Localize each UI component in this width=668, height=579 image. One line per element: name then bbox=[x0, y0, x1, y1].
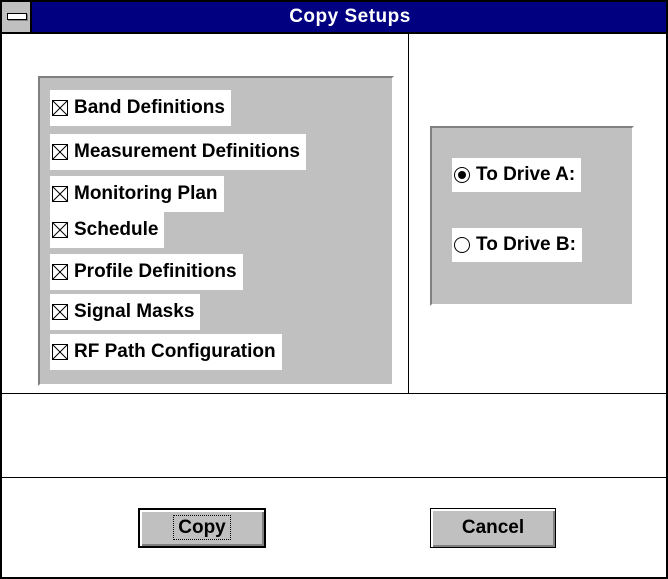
checkbox-monitoring-plan[interactable]: Monitoring Plan bbox=[50, 176, 224, 212]
panel-divider-bottom bbox=[2, 477, 666, 478]
copy-setups-dialog: Copy Setups Band Definitions Measurement… bbox=[0, 0, 668, 579]
copy-button[interactable]: Copy bbox=[138, 508, 266, 548]
checkbox-checked-icon bbox=[52, 304, 68, 320]
radio-selected-icon bbox=[454, 167, 470, 183]
checkbox-checked-icon bbox=[52, 186, 68, 202]
copy-button-label: Copy bbox=[173, 515, 231, 540]
checkbox-checked-icon bbox=[52, 344, 68, 360]
destination-drive-group: To Drive A: To Drive B: bbox=[430, 126, 634, 306]
checkbox-label: Measurement Definitions bbox=[74, 141, 300, 162]
checkbox-label: Band Definitions bbox=[74, 97, 225, 118]
checkbox-band-definitions[interactable]: Band Definitions bbox=[50, 90, 231, 126]
checkbox-schedule[interactable]: Schedule bbox=[50, 212, 165, 248]
setup-items-group: Band Definitions Measurement Definitions… bbox=[38, 76, 394, 386]
checkbox-measurement-definitions[interactable]: Measurement Definitions bbox=[50, 134, 306, 170]
radio-to-drive-a[interactable]: To Drive A: bbox=[452, 158, 582, 192]
panel-divider-vertical bbox=[408, 34, 409, 393]
checkbox-label: Monitoring Plan bbox=[74, 183, 218, 204]
checkbox-signal-masks[interactable]: Signal Masks bbox=[50, 294, 201, 330]
cancel-button[interactable]: Cancel bbox=[430, 508, 556, 548]
cancel-button-label: Cancel bbox=[461, 517, 525, 538]
radio-label: To Drive A: bbox=[476, 164, 576, 185]
checkbox-rf-path-configuration[interactable]: RF Path Configuration bbox=[50, 334, 282, 370]
checkbox-checked-icon bbox=[52, 144, 68, 160]
checkbox-checked-icon bbox=[52, 264, 68, 280]
window-title: Copy Setups bbox=[289, 6, 411, 27]
radio-to-drive-b[interactable]: To Drive B: bbox=[452, 228, 582, 262]
system-menu-icon bbox=[7, 13, 27, 20]
radio-unselected-icon bbox=[454, 237, 470, 253]
checkbox-label: RF Path Configuration bbox=[74, 341, 276, 362]
radio-label: To Drive B: bbox=[476, 234, 576, 255]
panel-divider-top bbox=[2, 393, 666, 394]
checkbox-label: Signal Masks bbox=[74, 301, 195, 322]
title-bar[interactable]: Copy Setups bbox=[2, 2, 666, 34]
checkbox-checked-icon bbox=[52, 222, 68, 238]
checkbox-checked-icon bbox=[52, 100, 68, 116]
checkbox-label: Profile Definitions bbox=[74, 261, 237, 282]
system-menu-button[interactable] bbox=[2, 2, 32, 32]
radio-dot bbox=[458, 171, 466, 179]
checkbox-label: Schedule bbox=[74, 219, 159, 240]
checkbox-profile-definitions[interactable]: Profile Definitions bbox=[50, 254, 243, 290]
